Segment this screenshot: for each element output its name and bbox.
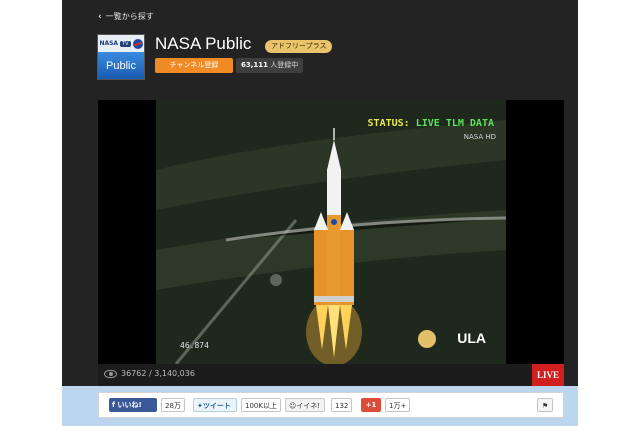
channel-title: NASA Public	[155, 34, 252, 53]
back-link[interactable]: ‹ 一覧から探す	[98, 11, 154, 22]
video-frame[interactable]: STATUS: LIVE TLM DATA NASA HD 46.874 ULA	[156, 100, 506, 364]
telemetry-status: STATUS: LIVE TLM DATA	[368, 118, 494, 129]
ula-emblem-icon	[418, 330, 436, 348]
altitude-readout: 46.874	[180, 341, 209, 350]
view-count-value: 36762 / 3,140,036	[121, 369, 195, 378]
google-plus-count: 1万+	[385, 398, 411, 412]
status-prefix: STATUS:	[367, 118, 410, 129]
flag-icon: ⚑	[541, 402, 549, 410]
ad-free-badge: アドフリープラス	[265, 40, 333, 53]
live-badge: LIVE	[532, 364, 564, 386]
google-plus-button[interactable]: +1	[361, 398, 381, 412]
mixi-like-label: イイネ!	[296, 402, 321, 410]
subscriber-count-value: 63,111	[241, 61, 269, 69]
booster-left	[314, 230, 328, 305]
eye-icon	[104, 369, 117, 378]
mixi-like-button[interactable]: ☺イイネ!	[285, 398, 325, 412]
nasa-hd-watermark: NASA HD	[463, 133, 496, 141]
subscribe-button[interactable]: チャンネル登録	[155, 58, 233, 73]
facebook-like-count: 28万	[161, 398, 185, 412]
facebook-like-button[interactable]: f いいね!	[109, 398, 157, 412]
site-marker	[270, 274, 282, 286]
nasa-meatball-icon	[132, 38, 143, 49]
booster-center	[327, 215, 341, 305]
subscriber-count-suffix: 人登録中	[270, 61, 299, 69]
engine-section	[314, 296, 354, 302]
status-value: LIVE TLM DATA	[415, 118, 494, 129]
upper-stage	[327, 170, 341, 215]
logo-header: NASA TV	[98, 35, 144, 52]
logo-brand: NASA	[99, 40, 119, 47]
subscriber-count: 63,111 人登録中	[236, 58, 304, 73]
channel-logo[interactable]: NASA TV Public	[97, 34, 145, 80]
tweet-count: 100K以上	[241, 398, 281, 412]
logo-tv: TV	[120, 40, 131, 47]
tweet-label: ツイート	[202, 402, 231, 410]
chevron-left-icon: ‹	[98, 11, 102, 22]
tweet-button[interactable]: ✦ツイート	[193, 398, 237, 412]
rocket-emblem	[331, 219, 337, 225]
back-link-label: 一覧から探す	[105, 12, 154, 21]
ula-logo: ULA	[457, 330, 486, 346]
mixi-like-count: 132	[331, 398, 353, 412]
video-info-bar: 36762 / 3,140,036 LIVE	[98, 364, 564, 386]
launch-scene	[156, 100, 506, 364]
facebook-like-label: いいね!	[117, 401, 142, 409]
page: ‹ 一覧から探す NASA TV Public NASA Public アドフリ…	[0, 0, 640, 426]
booster-right	[340, 230, 354, 305]
report-flag-button[interactable]: ⚑	[537, 398, 553, 412]
video-player[interactable]: STATUS: LIVE TLM DATA NASA HD 46.874 ULA	[98, 100, 564, 364]
logo-label: Public	[98, 52, 144, 79]
share-bar: f いいね! 28万 ✦ツイート 100K以上 ☺イイネ! 132 +1 1万+…	[98, 392, 564, 418]
view-count: 36762 / 3,140,036	[104, 369, 195, 378]
